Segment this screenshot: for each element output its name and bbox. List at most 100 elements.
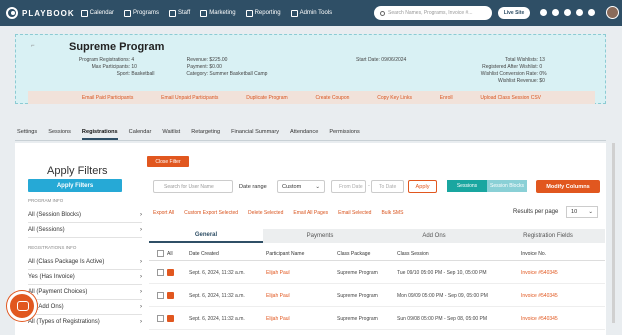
header-class-package[interactable]: Class Package: [337, 251, 370, 257]
filters-title: Apply Filters: [47, 165, 108, 177]
playbook-logo[interactable]: PLAYBOOK: [6, 7, 75, 19]
apply-filters-button[interactable]: Apply Filters: [28, 179, 122, 192]
header-invoice-no[interactable]: Invoice No.: [521, 251, 546, 257]
toggle-sessions[interactable]: Sessions: [447, 180, 487, 192]
vertical-scrollbar[interactable]: [612, 143, 615, 323]
participant-link[interactable]: Elijah Paul: [266, 270, 290, 276]
invoice-link[interactable]: Invoice #540345: [521, 316, 558, 322]
chat-support-icon[interactable]: [7, 291, 37, 321]
row-action-icon[interactable]: [167, 292, 174, 299]
email-unpaid-participants-link[interactable]: Email Unpaid Participants: [161, 95, 218, 101]
reporting-icon: [245, 9, 253, 17]
cell-package: Supreme Program: [337, 270, 378, 276]
invoice-link[interactable]: Invoice #540345: [521, 270, 558, 276]
stat-value: 4: [131, 57, 135, 63]
chevron-down-icon: ⌄: [315, 183, 320, 190]
grid-apps-icon[interactable]: [588, 9, 595, 16]
copy-key-links-link[interactable]: Copy Key Links: [377, 95, 412, 101]
duplicate-program-link[interactable]: Duplicate Program: [246, 95, 287, 101]
modify-columns-button[interactable]: Modify Columns: [536, 180, 600, 193]
results-per-page-label: Results per page: [513, 209, 559, 215]
nav-staff[interactable]: Staff: [168, 9, 190, 17]
tab-retargeting[interactable]: Retargeting: [191, 129, 220, 140]
user-search-input[interactable]: Search for User Name: [153, 180, 233, 193]
settings-gear-icon[interactable]: [564, 9, 571, 16]
from-date-input[interactable]: From Date: [331, 180, 366, 193]
delete-selected-link[interactable]: Delete Selected: [248, 210, 283, 216]
create-coupon-link[interactable]: Create Coupon: [315, 95, 349, 101]
results-per-page-value: 10: [571, 209, 578, 215]
tab-registrations[interactable]: Registrations: [81, 129, 118, 140]
toggle-session-blocks[interactable]: Session Blocks: [487, 180, 527, 192]
row-action-icon[interactable]: [167, 269, 174, 276]
help-icon[interactable]: [552, 9, 559, 16]
section-registrations-info: REGISTRATIONS INFO: [28, 245, 77, 250]
enroll-link[interactable]: Enroll: [440, 95, 453, 101]
add-icon[interactable]: [540, 9, 547, 16]
nav-programs[interactable]: Programs: [123, 9, 159, 17]
select-all-checkbox[interactable]: [157, 250, 164, 257]
export-all-link[interactable]: Export All: [153, 210, 174, 216]
header-participant-name[interactable]: Participant Name: [266, 251, 304, 257]
invoice-link[interactable]: Invoice #540345: [521, 293, 558, 299]
filter-session-blocks[interactable]: All (Session Blocks) ›: [28, 212, 142, 218]
close-filter-button[interactable]: Close Filter: [147, 156, 189, 167]
sessions-view-toggle: Sessions Session Blocks: [447, 180, 527, 192]
email-all-pages-link[interactable]: Email All Pages: [293, 210, 328, 216]
program-title: Supreme Program: [69, 41, 165, 53]
filter-types-of-registrations[interactable]: All (Types of Registrations) ›: [28, 319, 142, 325]
filter-class-package-active[interactable]: All (Class Package Is Active) ›: [28, 259, 142, 265]
bulk-sms-link[interactable]: Bulk SMS: [381, 210, 403, 216]
tab-waitlist[interactable]: Waitlist: [162, 129, 180, 140]
tab-calendar[interactable]: Calendar: [129, 129, 152, 140]
filter-has-invoice[interactable]: Yes (Has Invoice) ›: [28, 274, 142, 280]
email-selected-link[interactable]: Email Selected: [338, 210, 371, 216]
search-icon: [380, 10, 385, 16]
nav-admin-tools[interactable]: Admin Tools: [290, 9, 332, 17]
tab-attendance[interactable]: Attendance: [290, 129, 318, 140]
tab-sessions[interactable]: Sessions: [48, 129, 71, 140]
stat-label: Category:: [186, 71, 208, 77]
row-action-icon[interactable]: [167, 315, 174, 322]
header-date-created[interactable]: Date Created: [189, 251, 219, 257]
stat-label: Max Participants:: [91, 64, 130, 70]
date-range-select[interactable]: Custom ⌄: [277, 180, 325, 193]
live-site-button[interactable]: Live Site: [498, 7, 530, 19]
filter-payment-choices[interactable]: All (Payment Choices) ›: [28, 289, 142, 295]
nav-label: Marketing: [209, 10, 236, 16]
grid-tab-add-ons[interactable]: Add Ons: [377, 229, 491, 243]
stat-label: Wishlist Conversion Rate:: [480, 71, 538, 77]
custom-export-selected-link[interactable]: Custom Export Selected: [184, 210, 238, 216]
chevron-right-icon: ›: [140, 274, 142, 280]
nav-reporting[interactable]: Reporting: [245, 9, 281, 17]
grid-tab-registration-fields[interactable]: Registration Fields: [491, 229, 605, 243]
program-stats-col1: Program Registrations: 4 Max Participant…: [26, 57, 155, 78]
tab-settings[interactable]: Settings: [17, 129, 37, 140]
email-paid-participants-link[interactable]: Email Paid Participants: [82, 95, 133, 101]
user-avatar[interactable]: [606, 6, 619, 19]
to-date-input[interactable]: To Date: [371, 180, 404, 193]
notification-bell-icon[interactable]: [576, 9, 583, 16]
chevron-right-icon: ›: [140, 227, 142, 233]
apply-date-button[interactable]: Apply: [408, 180, 437, 193]
tab-permissions[interactable]: Permissions: [329, 129, 359, 140]
header-class-session[interactable]: Class Session: [397, 251, 429, 257]
filter-add-ons[interactable]: All (Add Ons) ›: [28, 304, 142, 310]
grid-tab-payments[interactable]: Payments: [263, 229, 377, 243]
global-search-input[interactable]: Search Names, Programs, Invoice #...: [374, 6, 492, 20]
participant-link[interactable]: Elijah Paul: [266, 316, 290, 322]
row-checkbox[interactable]: [157, 269, 164, 276]
filter-label: All (Types of Registrations): [28, 319, 100, 325]
results-per-page-select[interactable]: 10 ⌄: [566, 206, 598, 218]
divider: [28, 284, 142, 285]
participant-link[interactable]: Elijah Paul: [266, 293, 290, 299]
upload-class-session-csv-link[interactable]: Upload Class Session CSV: [480, 95, 541, 101]
grid-tab-general[interactable]: General: [149, 229, 263, 243]
tab-financial-summary[interactable]: Financial Summary: [231, 129, 279, 140]
nav-calendar[interactable]: Calendar: [80, 9, 114, 17]
filter-sessions[interactable]: All (Sessions) ›: [28, 227, 142, 233]
nav-marketing[interactable]: Marketing: [200, 9, 236, 17]
row-checkbox[interactable]: [157, 292, 164, 299]
row-checkbox[interactable]: [157, 315, 164, 322]
stat-value: 0: [539, 64, 543, 70]
